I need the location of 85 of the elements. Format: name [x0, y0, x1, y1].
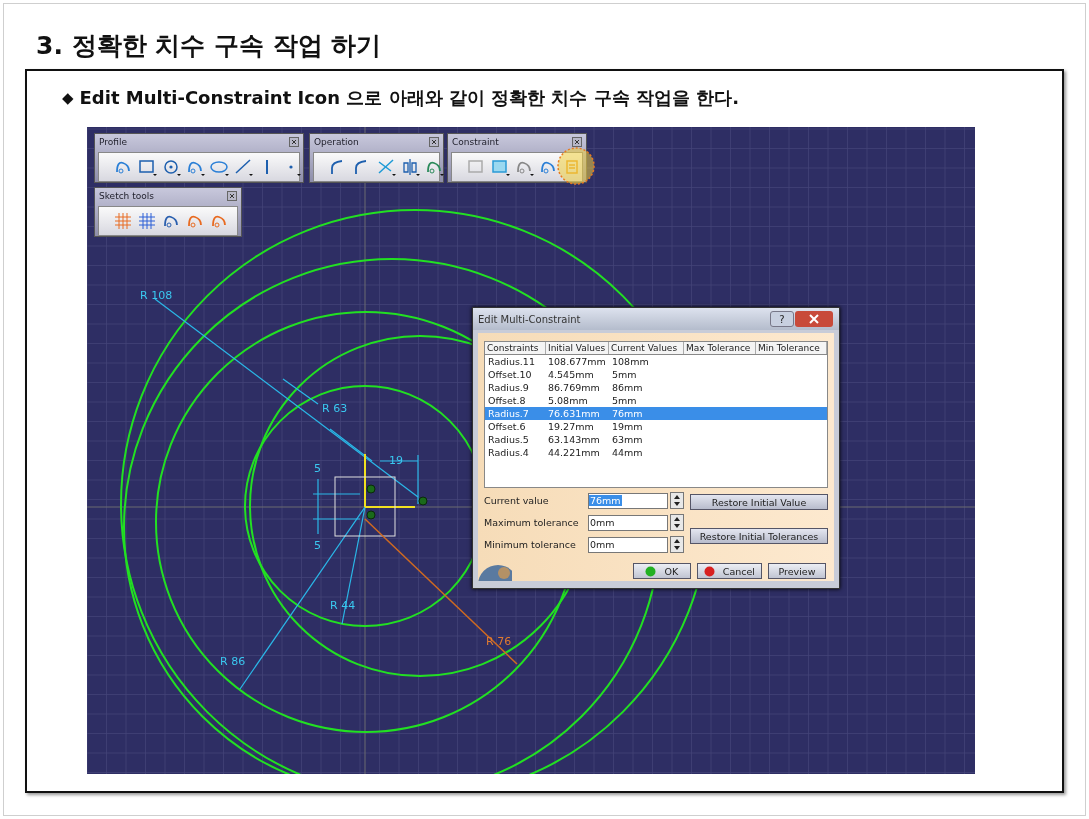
line-icon[interactable] — [233, 157, 254, 177]
list-row[interactable]: Radius.11 108.677mm 108mm — [485, 355, 827, 368]
list-cell-text: 44mm — [611, 447, 644, 458]
point-marker — [366, 484, 376, 494]
list-cell-text: Offset.6 — [487, 421, 527, 432]
value-field[interactable]: 0mm — [588, 514, 668, 531]
toolbar-title: Constraint — [452, 137, 499, 147]
list-cell-text: Radius.7 — [487, 408, 530, 419]
dimension-label: R 44 — [330, 599, 356, 612]
list-cell-text: 76.631mm — [547, 408, 601, 419]
list-cell-text: 19mm — [611, 421, 644, 432]
dimension-label: R 63 — [322, 402, 348, 415]
value-field[interactable]: 0mm — [588, 536, 668, 553]
dimension-label: R 86 — [220, 655, 246, 668]
bullet-marker: ◆ — [62, 89, 74, 107]
dimension-label: 5 — [314, 539, 321, 552]
close-icon[interactable] — [289, 137, 299, 147]
list-row[interactable]: Offset.8 5.08mm 5mm — [485, 394, 827, 407]
spinner-icon[interactable] — [670, 536, 684, 553]
mirror-icon[interactable] — [400, 157, 421, 177]
field-label: Current value — [484, 495, 550, 506]
dimension-label: 19 — [389, 454, 403, 467]
list-cell-text: 4.545mm — [547, 369, 595, 380]
column-header[interactable]: Max Tolerance — [684, 342, 756, 354]
column-header[interactable]: Constraints — [485, 342, 546, 354]
list-row[interactable]: Radius.9 86.769mm 86mm — [485, 381, 827, 394]
restore-button[interactable]: Restore Initial Value — [690, 494, 828, 510]
list-row[interactable]: Offset.6 19.27mm 19mm — [485, 420, 827, 433]
status-dot-icon — [645, 565, 657, 577]
dimension-label: R 76 — [486, 635, 512, 648]
slide-heading: 3. 정확한 치수 구속 작업 하기 — [35, 30, 383, 62]
list-row[interactable]: Radius.4 44.221mm 44mm — [485, 446, 827, 459]
close-icon[interactable] — [227, 191, 237, 201]
list-cell-text: 63mm — [611, 434, 644, 445]
close-icon[interactable] — [572, 137, 582, 147]
dialog-button[interactable]: Cancel — [696, 563, 762, 579]
axis-drawing — [364, 453, 416, 508]
list-cell-text: 19.27mm — [547, 421, 595, 432]
list-row[interactable]: Offset.10 4.545mm 5mm — [485, 368, 827, 381]
list-cell-text: Radius.11 — [487, 356, 536, 367]
list-cell-text: 63.143mm — [547, 434, 601, 445]
column-header[interactable]: Min Tolerance — [756, 342, 827, 354]
list-cell-text: 86mm — [611, 382, 644, 393]
selection-rectangle — [334, 476, 396, 537]
list-cell-text: 76mm — [611, 408, 644, 419]
list-cell-text: 86.769mm — [547, 382, 601, 393]
dialog-title: Edit Multi-Constraint — [478, 313, 581, 325]
list-cell-text: Offset.8 — [487, 395, 527, 406]
restore-button[interactable]: Restore Initial Tolerances — [690, 528, 828, 544]
trim-icon[interactable] — [376, 157, 397, 177]
list-cell-text: 5.08mm — [547, 395, 589, 406]
list-cell-text: 108.677mm — [547, 356, 607, 367]
list-cell-text: Radius.4 — [487, 447, 530, 458]
instruction-text: Edit Multi-Constraint Icon 으로 아래와 같이 정확한 치수 구속 작업을 한다. — [79, 86, 740, 110]
dialog-button[interactable]: Preview — [768, 563, 826, 579]
close-icon[interactable] — [795, 311, 833, 327]
column-header[interactable]: Initial Values — [546, 342, 609, 354]
toolbar-title: Operation — [314, 137, 359, 147]
dimension-label: 5 — [314, 462, 321, 475]
point-marker — [366, 510, 376, 520]
list-cell-text: Radius.9 — [487, 382, 530, 393]
list-cell-text: 108mm — [611, 356, 650, 367]
help-button[interactable]: ? — [770, 311, 794, 327]
rectangle-icon[interactable] — [137, 157, 158, 177]
list-cell-text: 5mm — [611, 369, 638, 380]
dialog-button[interactable]: OK — [632, 563, 691, 579]
close-icon[interactable] — [429, 137, 439, 147]
dimension-label: R 108 — [140, 289, 173, 302]
field-label: Maximum tolerance — [484, 517, 580, 528]
circle-icon[interactable] — [161, 157, 182, 177]
list-cell-text: Offset.10 — [487, 369, 533, 380]
column-header[interactable]: Current Values — [609, 342, 684, 354]
list-cell-text: 44.221mm — [547, 447, 601, 458]
toolbar-title: Sketch tools — [99, 191, 154, 201]
status-dot-icon — [703, 565, 715, 577]
list-cell-text: 5mm — [611, 395, 638, 406]
grid-icon[interactable] — [113, 211, 134, 231]
spinner-icon[interactable] — [670, 514, 684, 531]
highlight-ring-icon — [556, 146, 596, 186]
field-label: Minimum tolerance — [484, 539, 577, 550]
spinner-icon[interactable] — [670, 492, 684, 509]
point-marker — [418, 496, 428, 506]
toolbar-title: Profile — [99, 137, 127, 147]
list-row[interactable]: Radius.5 63.143mm 63mm — [485, 433, 827, 446]
list-cell-text: Radius.5 — [487, 434, 530, 445]
